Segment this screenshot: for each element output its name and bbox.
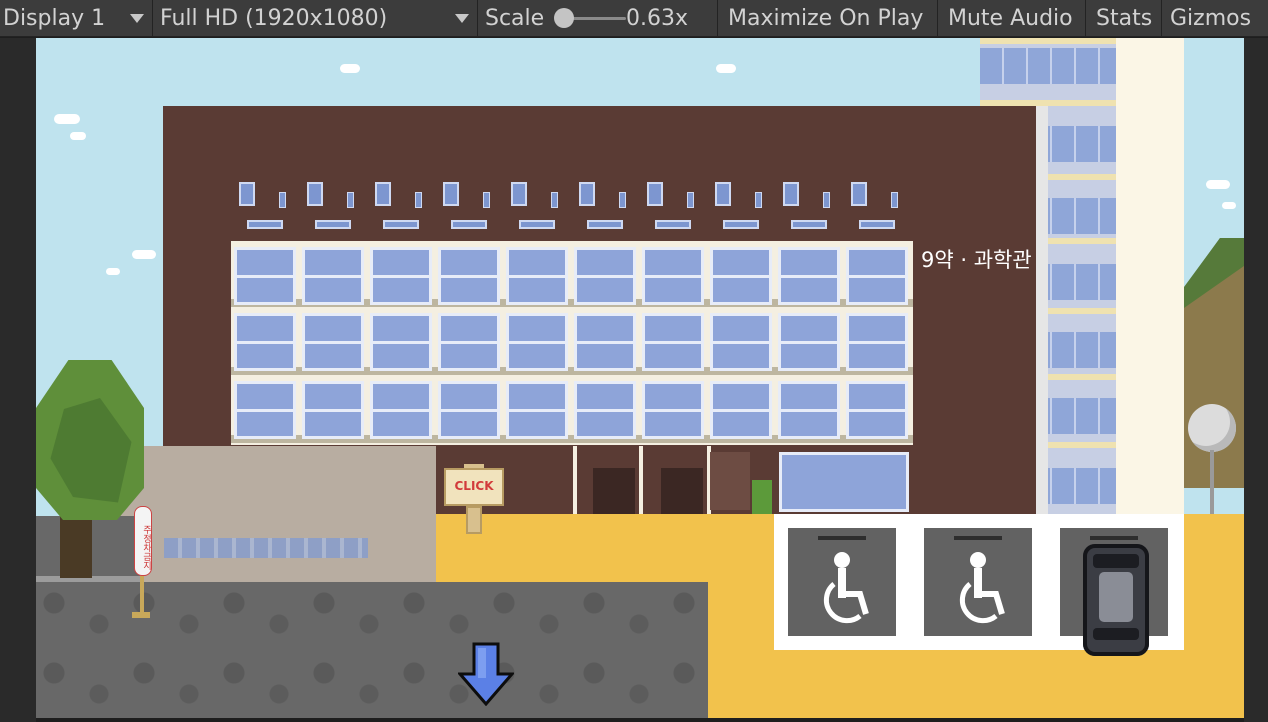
- scale-slider-track[interactable]: [566, 17, 626, 20]
- game-view-toolbar: Display 1 Full HD (1920x1080) Scale 0.63…: [0, 0, 1268, 37]
- no-parking-text: 주정차금지: [141, 525, 151, 570]
- click-sign-post: [466, 506, 482, 534]
- scale-value: 0.63x: [626, 5, 689, 31]
- game-view-margin-right: [1244, 38, 1268, 722]
- display-label: Display 1: [3, 5, 106, 31]
- stats-label: Stats: [1096, 5, 1153, 31]
- stats-button[interactable]: Stats: [1086, 0, 1162, 36]
- parking-spot[interactable]: [924, 528, 1032, 636]
- game-view-margin-left: [0, 38, 36, 722]
- cloud: [1222, 202, 1236, 209]
- building-name-sign: 9약 · 과학관: [921, 248, 1032, 272]
- cloud: [54, 114, 80, 124]
- sign-base: [132, 612, 150, 618]
- cloud: [1206, 180, 1230, 189]
- click-sign[interactable]: CLICK: [444, 468, 504, 506]
- cloud: [132, 250, 156, 259]
- sign-pole: [140, 576, 144, 614]
- parking-spot[interactable]: [788, 528, 896, 636]
- wheelchair-icon: [823, 552, 869, 624]
- no-parking-sign[interactable]: 주정차금지: [134, 506, 152, 576]
- gizmos-button[interactable]: Gizmos: [1162, 0, 1268, 36]
- wheelchair-icon: [959, 552, 1005, 624]
- resolution-dropdown[interactable]: Full HD (1920x1080): [153, 0, 478, 36]
- entrance-stairs: [710, 452, 750, 510]
- maximize-on-play-label: Maximize On Play: [728, 5, 924, 31]
- resolution-label: Full HD (1920x1080): [160, 5, 388, 31]
- cloud: [70, 132, 86, 140]
- gizmos-label: Gizmos: [1170, 5, 1252, 31]
- display-dropdown[interactable]: Display 1: [0, 0, 153, 36]
- chevron-down-icon: [455, 14, 469, 23]
- tower-pillar: [1116, 38, 1184, 516]
- mute-audio-label: Mute Audio: [948, 5, 1073, 31]
- click-sign-label: CLICK: [454, 479, 494, 493]
- road: [36, 582, 708, 718]
- scale-label: Scale: [485, 5, 545, 31]
- scale-control: Scale 0.63x: [478, 0, 718, 36]
- shrub: [752, 480, 772, 514]
- down-arrow-icon[interactable]: [458, 642, 514, 706]
- chevron-down-icon: [130, 14, 144, 23]
- scale-slider-handle[interactable]: [554, 8, 574, 28]
- game-scene[interactable]: 9약 · 과학관 주정차금지 CLICK: [36, 38, 1244, 718]
- mute-audio-button[interactable]: Mute Audio: [938, 0, 1086, 36]
- cloud: [106, 268, 120, 275]
- cloud: [716, 64, 736, 73]
- maximize-on-play-button[interactable]: Maximize On Play: [718, 0, 938, 36]
- cloud: [340, 64, 360, 73]
- street-lamp: [1188, 404, 1236, 452]
- building-facade: [231, 241, 913, 445]
- car-icon[interactable]: [1083, 544, 1149, 656]
- building-edge: [1036, 106, 1048, 516]
